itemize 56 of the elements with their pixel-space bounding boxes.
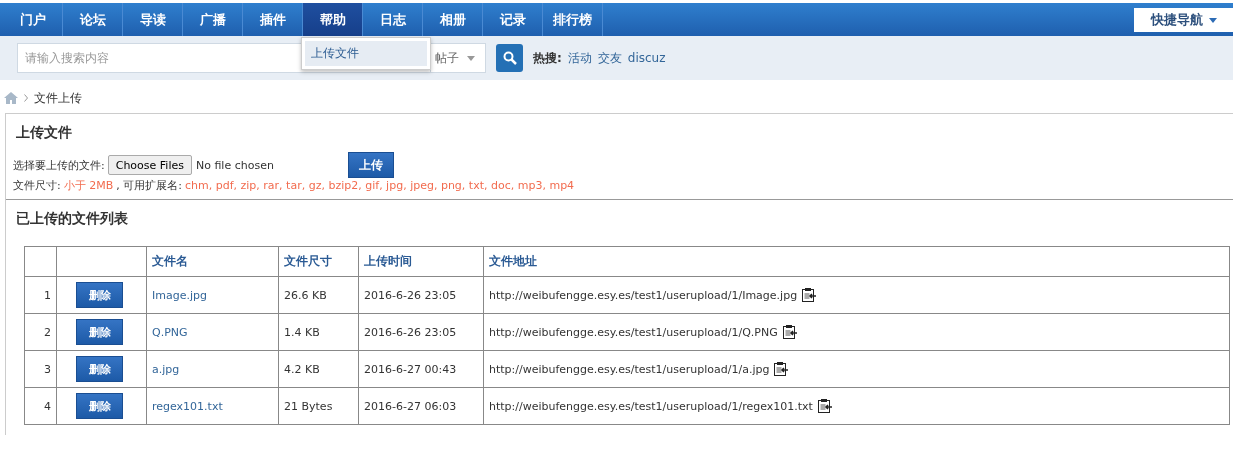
file-label: 选择要上传的文件: [13, 157, 105, 173]
file-size-cell: 1.4 KB [278, 313, 359, 351]
column-header: 文件地址 [483, 246, 1230, 277]
clipboard-icon[interactable] [773, 361, 790, 377]
search-icon [502, 51, 517, 65]
extensions-label: , 可用扩展名: [116, 178, 182, 193]
section-title: 已上传的文件列表 [15, 209, 129, 228]
choose-files-button[interactable]: Choose Files [107, 155, 192, 175]
row-number: 1 [24, 276, 57, 314]
extensions-list: chm, pdf, zip, rar, tar, gz, bzip2, gif, jpg, jpeg, png, txt, doc, mp3, mp4 [184, 179, 575, 192]
clipboard-icon[interactable] [801, 287, 818, 303]
size-limit: 小于 2MB [63, 178, 114, 193]
hot-search-link[interactable]: 交友 [597, 49, 622, 67]
file-url: http://weibufengge.esy.es/test1/userupload/1/Image.jpg [489, 288, 798, 302]
file-status: No file chosen [195, 158, 274, 172]
row-number: 4 [24, 387, 57, 425]
hot-search-link[interactable]: 活动 [567, 49, 592, 67]
chevron-icon [24, 94, 28, 102]
nav-tab[interactable]: 帮助 [303, 3, 363, 36]
clipboard-icon[interactable] [816, 398, 833, 414]
search-type-select[interactable]: 帖子 [430, 43, 486, 73]
file-url: http://weibufengge.esy.es/test1/userupload/1/regex101.txt [489, 399, 813, 413]
hot-search-label: 热搜: [533, 49, 562, 67]
file-name-cell: a.jpg [146, 350, 279, 388]
quick-nav-button[interactable]: 快捷导航 [1134, 8, 1233, 32]
delete-button[interactable]: 删除 [76, 393, 123, 419]
breadcrumb-item: 文件上传 [34, 89, 82, 107]
upload-time-cell: 2016-6-26 23:05 [358, 276, 484, 314]
delete-button[interactable]: 删除 [76, 356, 123, 382]
file-name-cell: Image.jpg [146, 276, 279, 314]
caret-icon [467, 55, 475, 61]
file-size-cell: 4.2 KB [278, 350, 359, 388]
upload-time-cell: 2016-6-27 00:43 [358, 350, 484, 388]
upload-time-cell: 2016-6-27 06:03 [358, 387, 484, 425]
file-size-cell: 26.6 KB [278, 276, 359, 314]
file-url: http://weibufengge.esy.es/test1/userupload/1/a.jpg [489, 362, 770, 376]
row-number: 2 [24, 313, 57, 351]
hot-search-link[interactable]: discuz [627, 51, 666, 65]
menu-item[interactable]: 上传文件 [305, 41, 427, 66]
delete-button[interactable]: 删除 [76, 282, 123, 308]
column-header: 上传时间 [358, 246, 484, 277]
upload-time-cell: 2016-6-26 23:05 [358, 313, 484, 351]
column-header: 文件名 [146, 246, 279, 277]
delete-button[interactable]: 删除 [76, 319, 123, 345]
caret-icon [1208, 17, 1217, 23]
file-name-cell: regex101.txt [146, 387, 279, 425]
size-label: 文件尺寸: [13, 178, 61, 193]
column-header: 文件尺寸 [278, 246, 359, 277]
file-size-cell: 21 Bytes [278, 387, 359, 425]
section-title: 上传文件 [15, 123, 73, 142]
row-number: 3 [24, 350, 57, 388]
upload-button[interactable]: 上传 [347, 152, 394, 178]
file-name-cell: Q.PNG [146, 313, 279, 351]
file-url: http://weibufengge.esy.es/test1/userupload/1/Q.PNG [489, 325, 778, 339]
clipboard-icon[interactable] [781, 324, 798, 340]
search-button[interactable] [496, 44, 523, 72]
